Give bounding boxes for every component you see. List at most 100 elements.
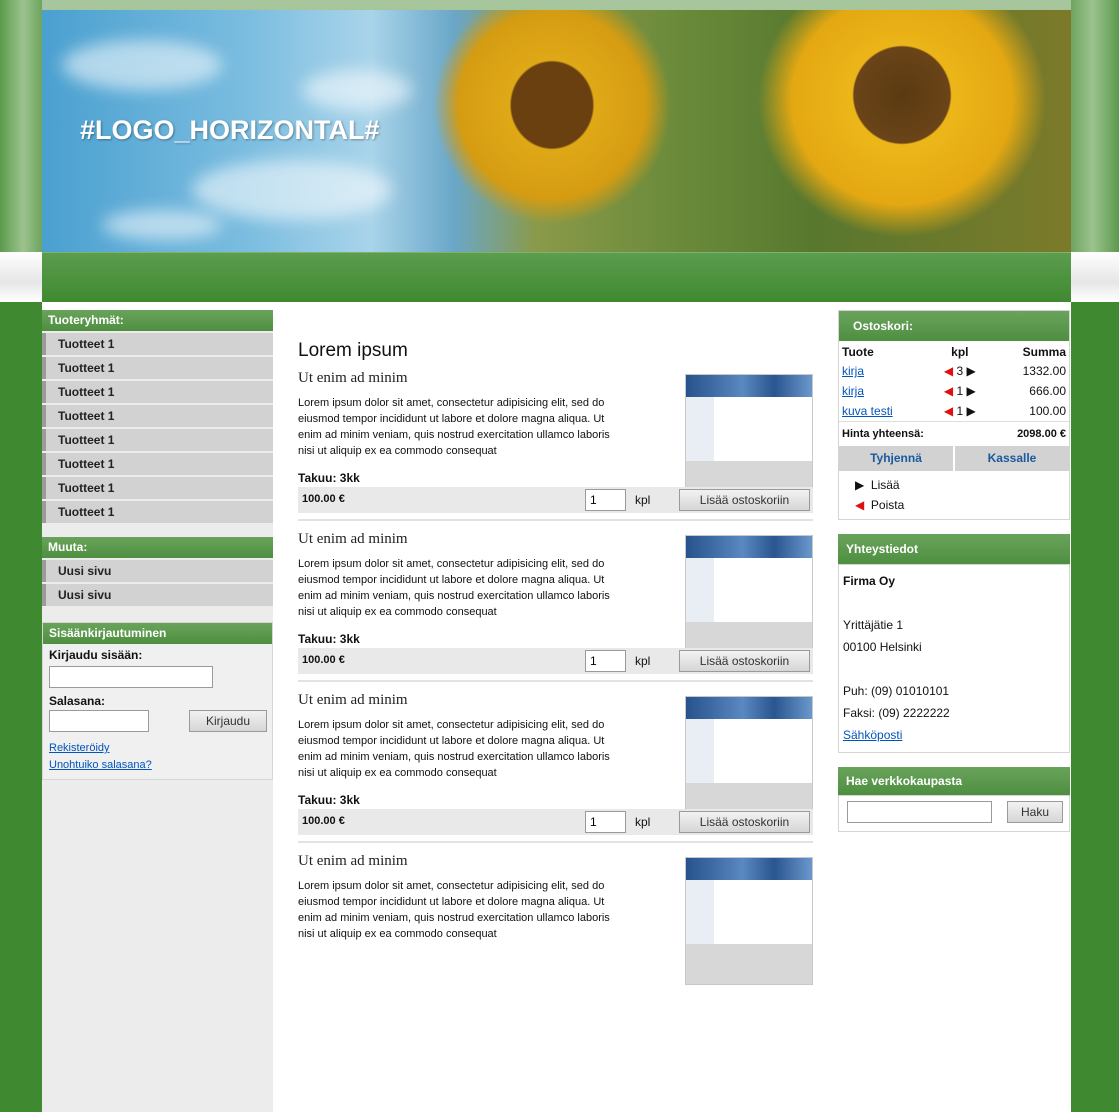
category-item[interactable]: Tuotteet 1 bbox=[42, 357, 273, 379]
product-image[interactable] bbox=[685, 696, 813, 824]
cart-item-qty: 1 bbox=[956, 384, 964, 398]
fax: Faksi: (09) 2222222 bbox=[843, 706, 950, 720]
category-item[interactable]: Tuotteet 1 bbox=[42, 453, 273, 475]
cart-box: Ostoskori: Tuote kpl Summa kirja ◀ 3 ▶ 133… bbox=[838, 310, 1070, 520]
register-link[interactable]: Rekisteröidy bbox=[49, 742, 110, 754]
search-box: Haku bbox=[838, 795, 1070, 832]
unit-label: kpl bbox=[635, 815, 651, 829]
main-content: Lorem ipsum Ut enim ad minim Lorem ipsum … bbox=[298, 310, 813, 985]
contact-title: Yhteystiedot bbox=[838, 534, 1070, 564]
password-label: Salasana: bbox=[49, 694, 106, 708]
empty-cart-button[interactable]: Tyhjennä bbox=[839, 446, 955, 471]
city-address: 00100 Helsinki bbox=[843, 640, 922, 654]
quantity-input[interactable] bbox=[585, 811, 626, 833]
cart-item-link[interactable]: kirja bbox=[842, 364, 864, 378]
other-page-item[interactable]: Uusi sivu bbox=[42, 584, 273, 606]
product-description: Lorem ipsum dolor sit amet, consectetur … bbox=[298, 719, 610, 779]
product-image[interactable] bbox=[685, 535, 813, 663]
category-item[interactable]: Tuotteet 1 bbox=[42, 429, 273, 451]
cart-legend: ▶ Lisää ◀ Poista bbox=[839, 471, 1069, 519]
other-page-item[interactable]: Uusi sivu bbox=[42, 560, 273, 582]
categories-title: Tuoteryhmät: bbox=[42, 310, 273, 331]
product-list: Ut enim ad minim Lorem ipsum dolor sit am… bbox=[298, 370, 813, 985]
cart-item-sum: 1332.00 bbox=[1022, 364, 1066, 378]
login-button[interactable]: Kirjaudu bbox=[189, 710, 267, 732]
price-row: 100.00 € kpl Lisää ostoskoriin bbox=[298, 648, 813, 674]
cart-row: kuva testi ◀ 1 ▶ 100.00 bbox=[839, 401, 1069, 421]
legend-add: Lisää bbox=[870, 478, 900, 492]
login-label: Kirjaudu sisään: bbox=[49, 648, 143, 662]
cart-item-link[interactable]: kuva testi bbox=[842, 404, 893, 418]
quantity-input[interactable] bbox=[585, 650, 626, 672]
cart-item-sum: 666.00 bbox=[1029, 384, 1066, 398]
right-stripe bbox=[1071, 0, 1119, 1112]
cart-row: kirja ◀ 3 ▶ 1332.00 bbox=[839, 361, 1069, 381]
unit-label: kpl bbox=[635, 493, 651, 507]
street-address: Yrittäjätie 1 bbox=[843, 618, 904, 632]
login-box: Sisäänkirjautuminen Kirjaudu sisään: Sal… bbox=[42, 622, 273, 780]
product-card: Ut enim ad minim Lorem ipsum dolor sit am… bbox=[298, 370, 813, 521]
cart-item-sum: 100.00 bbox=[1029, 404, 1066, 418]
forgot-password-link[interactable]: Unohtuiko salasana? bbox=[49, 759, 152, 771]
cart-item-link[interactable]: kirja bbox=[842, 384, 864, 398]
product-image[interactable] bbox=[685, 374, 813, 502]
product-image[interactable] bbox=[685, 857, 813, 985]
price-row: 100.00 € kpl Lisää ostoskoriin bbox=[298, 487, 813, 513]
search-input[interactable] bbox=[847, 801, 992, 823]
decrease-qty-icon[interactable]: ◀ bbox=[944, 364, 953, 378]
product-card: Ut enim ad minim Lorem ipsum dolor sit am… bbox=[298, 682, 813, 843]
nav-bar bbox=[42, 252, 1071, 302]
company-name: Firma Oy bbox=[843, 574, 896, 588]
increase-qty-icon[interactable]: ▶ bbox=[967, 384, 976, 398]
username-input[interactable] bbox=[49, 666, 213, 688]
increase-qty-icon[interactable]: ▶ bbox=[967, 364, 976, 378]
cart-title: Ostoskori: bbox=[839, 311, 1069, 341]
cart-row: kirja ◀ 1 ▶ 666.00 bbox=[839, 381, 1069, 401]
cart-total-label: Hinta yhteensä: bbox=[842, 428, 924, 440]
logo[interactable]: #LOGO_HORIZONTAL# bbox=[80, 115, 380, 146]
page-title: Lorem ipsum bbox=[298, 340, 408, 361]
checkout-button[interactable]: Kassalle bbox=[955, 446, 1069, 471]
search-button[interactable]: Haku bbox=[1007, 801, 1063, 823]
add-to-cart-button[interactable]: Lisää ostoskoriin bbox=[679, 650, 810, 672]
other-title: Muuta: bbox=[42, 537, 273, 558]
cart-total-value: 2098.00 € bbox=[1017, 428, 1066, 440]
left-sidebar: Tuoteryhmät: Tuotteet 1 Tuotteet 1 Tuottee… bbox=[42, 310, 273, 1112]
header-banner: #LOGO_HORIZONTAL# bbox=[42, 10, 1071, 252]
decrease-qty-icon[interactable]: ◀ bbox=[944, 404, 953, 418]
product-description: Lorem ipsum dolor sit amet, consectetur … bbox=[298, 558, 610, 618]
left-stripe bbox=[0, 0, 42, 1112]
legend-remove: Poista bbox=[870, 498, 905, 512]
login-title: Sisäänkirjautuminen bbox=[43, 623, 272, 644]
product-description: Lorem ipsum dolor sit amet, consectetur … bbox=[298, 880, 610, 940]
product-card: Ut enim ad minim Lorem ipsum dolor sit am… bbox=[298, 843, 813, 985]
product-description: Lorem ipsum dolor sit amet, consectetur … bbox=[298, 397, 610, 457]
cart-buttons: Tyhjennä Kassalle bbox=[839, 446, 1069, 471]
increase-qty-icon[interactable]: ▶ bbox=[967, 404, 976, 418]
product-price: 100.00 € bbox=[302, 815, 345, 827]
quantity-input[interactable] bbox=[585, 489, 626, 511]
decrease-qty-icon[interactable]: ◀ bbox=[944, 384, 953, 398]
other-list: Uusi sivu Uusi sivu bbox=[42, 560, 273, 606]
product-price: 100.00 € bbox=[302, 493, 345, 505]
email-link[interactable]: Sähköposti bbox=[843, 728, 902, 742]
cart-item-qty: 1 bbox=[956, 404, 964, 418]
cart-header-product: Tuote bbox=[842, 345, 874, 359]
category-item[interactable]: Tuotteet 1 bbox=[42, 501, 273, 523]
arrow-right-icon: ▶ bbox=[855, 478, 865, 492]
category-item[interactable]: Tuotteet 1 bbox=[42, 477, 273, 499]
product-card: Ut enim ad minim Lorem ipsum dolor sit am… bbox=[298, 521, 813, 682]
category-item[interactable]: Tuotteet 1 bbox=[42, 381, 273, 403]
category-item[interactable]: Tuotteet 1 bbox=[42, 405, 273, 427]
add-to-cart-button[interactable]: Lisää ostoskoriin bbox=[679, 811, 810, 833]
add-to-cart-button[interactable]: Lisää ostoskoriin bbox=[679, 489, 810, 511]
contact-box: Firma Oy Yrittäjätie 1 00100 Helsinki Pu… bbox=[838, 564, 1070, 753]
cart-table: Tuote kpl Summa kirja ◀ 3 ▶ 1332.00 kirja ◀ … bbox=[839, 341, 1069, 421]
password-input[interactable] bbox=[49, 710, 149, 732]
page: #LOGO_HORIZONTAL# Tuoteryhmät: Tuotteet … bbox=[42, 10, 1071, 1112]
category-item[interactable]: Tuotteet 1 bbox=[42, 333, 273, 355]
cart-header-sum: Summa bbox=[1022, 345, 1066, 359]
categories-list: Tuotteet 1 Tuotteet 1 Tuotteet 1 Tuotteet 1… bbox=[42, 333, 273, 523]
unit-label: kpl bbox=[635, 654, 651, 668]
arrow-left-icon: ◀ bbox=[855, 498, 865, 512]
